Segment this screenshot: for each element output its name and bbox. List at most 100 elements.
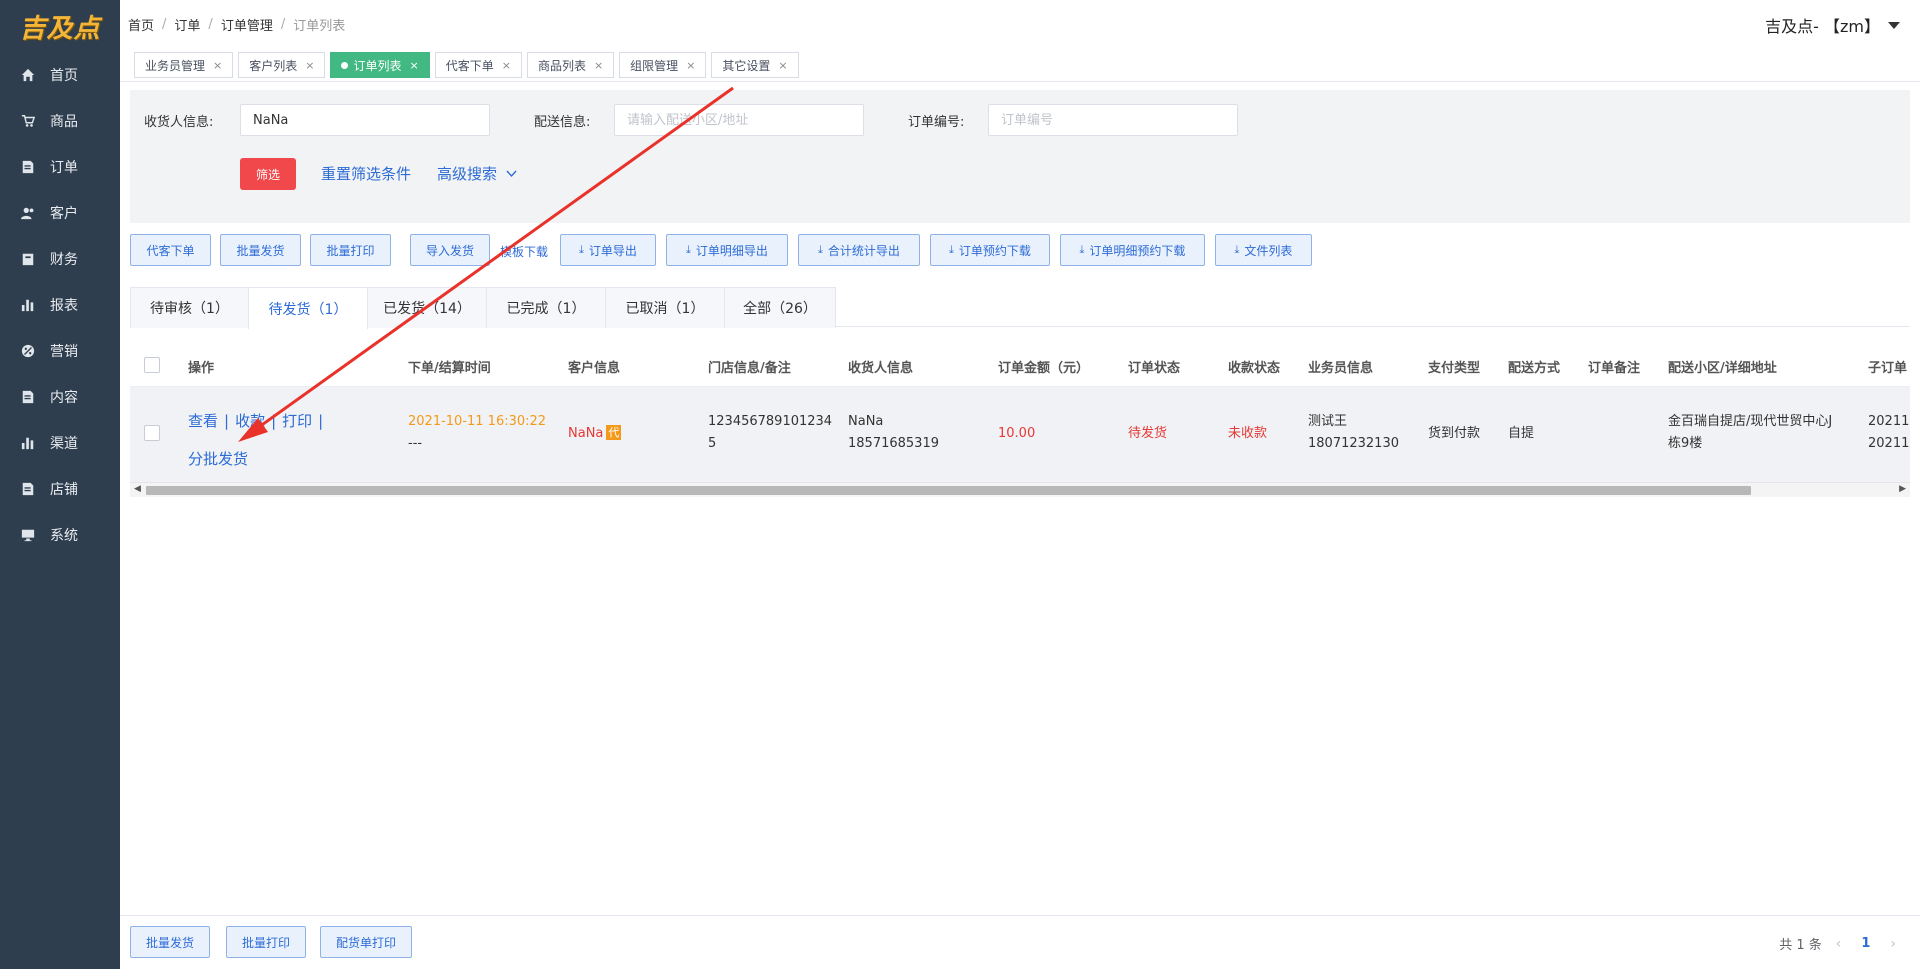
delivery-input[interactable] xyxy=(614,104,864,136)
scroll-left-icon[interactable]: ◀ xyxy=(134,484,141,494)
batch-print-button[interactable]: 批量打印 xyxy=(310,234,391,266)
tab-cancelled[interactable]: 已取消（1） xyxy=(605,287,725,328)
tab-label: 商品列表 xyxy=(537,58,586,73)
row-checkbox[interactable] xyxy=(144,425,160,441)
breadcrumb-order-manage[interactable]: 订单管理 xyxy=(221,15,273,34)
total-stats-export-button[interactable]: ⤓ 合计统计导出 xyxy=(798,234,920,266)
close-icon[interactable]: × xyxy=(213,59,222,72)
sidebar-item-content[interactable]: 内容 xyxy=(0,374,120,420)
logo[interactable]: 吉及点 xyxy=(0,0,120,52)
tab-pending-review[interactable]: 待审核（1） xyxy=(130,287,249,328)
footer-batch-ship-button[interactable]: 批量发货 xyxy=(130,926,210,958)
tab-order-list[interactable]: 订单列表 × xyxy=(330,52,430,78)
reset-filter-link[interactable]: 重置筛选条件 xyxy=(321,163,411,184)
tab-label: 业务员管理 xyxy=(145,58,206,73)
close-icon[interactable]: × xyxy=(502,59,511,72)
filter-panel: 收货人信息: 配送信息: 订单编号: 筛选 重置筛选条件 高级搜索 xyxy=(130,90,1910,223)
scroll-right-icon[interactable]: ▶ xyxy=(1899,484,1906,494)
tab-salesman-manage[interactable]: 业务员管理 × xyxy=(134,52,234,78)
sidebar-item-order[interactable]: 订单 xyxy=(0,144,120,190)
tab-proxy-order[interactable]: 代客下单 × xyxy=(434,52,522,78)
file-list-button[interactable]: ⤓ 文件列表 xyxy=(1215,234,1312,266)
proxy-order-button[interactable]: 代客下单 xyxy=(130,234,211,266)
breadcrumb-order-list: 订单列表 xyxy=(293,19,346,34)
page-number[interactable]: 1 xyxy=(1861,936,1870,951)
sidebar-item-shop[interactable]: 店铺 xyxy=(0,466,120,512)
print-link[interactable]: 打印 xyxy=(282,412,312,430)
tab-completed[interactable]: 已完成（1） xyxy=(486,287,606,328)
row-operations: 查看 | 收款 | 打印 | 分批发货 xyxy=(188,412,324,468)
address-line: 金百瑞自提店/现代世贸中心J xyxy=(1668,414,1833,429)
receiver-phone: 18571685319 xyxy=(848,436,939,451)
close-icon[interactable]: × xyxy=(409,59,418,72)
close-icon[interactable]: × xyxy=(594,59,603,72)
tab-all[interactable]: 全部（26） xyxy=(724,287,836,328)
tab-shipped[interactable]: 已发货（14） xyxy=(367,287,487,328)
order-export-button[interactable]: ⤓ 订单导出 xyxy=(560,234,656,266)
view-link[interactable]: 查看 xyxy=(188,412,218,430)
th-address: 配送小区/详细地址 xyxy=(1668,361,1777,376)
tab-other-settings[interactable]: 其它设置 × xyxy=(711,52,799,78)
download-icon: ⤓ xyxy=(579,243,584,256)
customer-name[interactable]: NaNa xyxy=(568,426,603,441)
sidebar-item-system[interactable]: 系统 xyxy=(0,512,120,558)
split-ship-link[interactable]: 分批发货 xyxy=(188,450,248,468)
sidebar-item-label: 营销 xyxy=(50,344,78,360)
sidebar-item-marketing[interactable]: 营销 xyxy=(0,328,120,374)
order-detail-reserve-download-button[interactable]: ⤓ 订单明细预约下载 xyxy=(1060,234,1205,266)
order-no-input[interactable] xyxy=(988,104,1238,136)
footer-dispatch-print-button[interactable]: 配货单打印 xyxy=(320,926,412,958)
collect-link[interactable]: 收款 xyxy=(235,412,265,430)
delivery-method: 自提 xyxy=(1508,426,1535,441)
select-all-checkbox[interactable] xyxy=(144,357,160,373)
sidebar-item-label: 财务 xyxy=(50,252,78,268)
batch-ship-button[interactable]: 批量发货 xyxy=(220,234,301,266)
order-reserve-download-button[interactable]: ⤓ 订单预约下载 xyxy=(930,234,1050,266)
store-line: 123456789101234 xyxy=(708,414,833,429)
tab-customer-list[interactable]: 客户列表 × xyxy=(238,52,326,78)
tab-pending-ship[interactable]: 待发货（1） xyxy=(248,287,368,329)
order-icon xyxy=(20,159,36,175)
filter-button[interactable]: 筛选 xyxy=(240,158,296,190)
sidebar-item-channel[interactable]: 渠道 xyxy=(0,420,120,466)
active-dot-icon xyxy=(341,61,349,69)
template-download-link[interactable]: 模板下载 xyxy=(500,243,548,260)
next-page-icon[interactable]: › xyxy=(1890,936,1896,952)
sidebar-item-goods[interactable]: 商品 xyxy=(0,98,120,144)
table-horizontal-scrollbar[interactable]: ◀ ▶ xyxy=(130,482,1910,497)
advanced-search-link[interactable]: 高级搜索 xyxy=(437,163,517,184)
close-icon[interactable]: × xyxy=(778,59,787,72)
close-icon[interactable]: × xyxy=(305,59,314,72)
order-detail-export-button[interactable]: ⤓ 订单明细导出 xyxy=(666,234,788,266)
sidebar-item-customer[interactable]: 客户 xyxy=(0,190,120,236)
close-icon[interactable]: × xyxy=(686,59,695,72)
sidebar-item-label: 店铺 xyxy=(50,482,78,498)
prev-page-icon[interactable]: ‹ xyxy=(1836,936,1842,952)
sidebar-item-label: 首页 xyxy=(50,68,78,84)
tab-label: 代客下单 xyxy=(445,58,494,73)
tab-label: 其它设置 xyxy=(722,58,771,73)
tab-goods-list[interactable]: 商品列表 × xyxy=(526,52,615,78)
proxy-badge: 代 xyxy=(606,425,622,440)
scrollbar-thumb[interactable] xyxy=(146,486,1751,495)
address-cell: 金百瑞自提店/现代世贸中心J 栋9楼 xyxy=(1668,411,1832,455)
receiver-input[interactable] xyxy=(240,104,490,136)
tab-group-limit[interactable]: 组限管理 × xyxy=(619,52,707,78)
breadcrumb-order[interactable]: 订单 xyxy=(174,15,200,34)
th-amount: 订单金额（元） xyxy=(998,361,1090,376)
user-menu[interactable]: 吉及点- 【zm】 xyxy=(1765,13,1900,37)
sidebar-item-home[interactable]: 首页 xyxy=(0,52,120,98)
button-label: 订单预约下载 xyxy=(958,243,1031,258)
th-sub-order: 子订单 xyxy=(1868,361,1908,376)
pagination: 共 1 条 ‹ 1 › xyxy=(1779,934,1910,954)
breadcrumb-home[interactable]: 首页 xyxy=(128,15,154,34)
system-icon xyxy=(20,527,36,543)
import-ship-button[interactable]: 导入发货 xyxy=(410,234,490,266)
sidebar-item-report[interactable]: 报表 xyxy=(0,282,120,328)
sidebar-item-finance[interactable]: 财务 xyxy=(0,236,120,282)
th-receiver: 收货人信息 xyxy=(848,361,914,376)
th-pay-type: 支付类型 xyxy=(1428,361,1481,376)
receiver-name: NaNa xyxy=(848,414,884,429)
footer-batch-print-button[interactable]: 批量打印 xyxy=(226,926,306,958)
th-store: 门店信息/备注 xyxy=(708,361,791,376)
